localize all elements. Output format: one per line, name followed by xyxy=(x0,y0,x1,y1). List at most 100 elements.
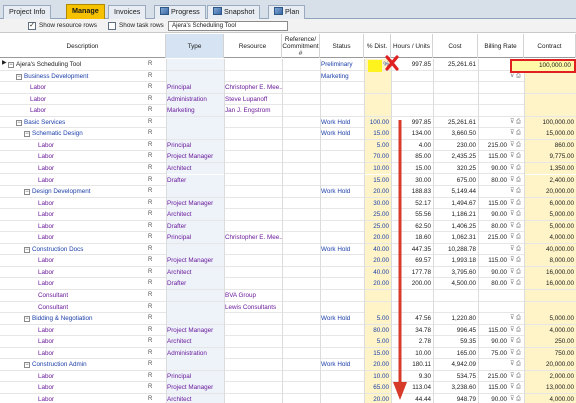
header-description[interactable]: Description xyxy=(0,34,166,58)
row-actions-icon[interactable]: ⊽ ⎙ xyxy=(510,325,524,336)
table-row[interactable]: − Bidding & Negotiation R Work Hold 5.00 47.5… xyxy=(0,313,576,325)
table-row[interactable]: Labor R Drafter 15.00 30.00 675.00 80.00 2,400.… xyxy=(0,174,576,187)
row-actions-icon[interactable]: ⊽ ⎙ xyxy=(510,244,524,255)
header-resource[interactable]: Resource xyxy=(224,34,282,58)
cell-desc[interactable]: − Business Development xyxy=(0,71,141,82)
row-actions-icon[interactable]: ⊽ ⎙ xyxy=(510,186,524,197)
header-contract[interactable]: Contract xyxy=(524,34,576,58)
cell-desc[interactable]: Consultant xyxy=(0,290,141,301)
table-row[interactable]: Labor R Drafter 20.00 200.00 4,500.00 80.00 16,… xyxy=(0,278,576,290)
table-row[interactable]: Consultant R BVA Group xyxy=(0,290,576,302)
row-actions-icon[interactable]: ⊽ ⎙ xyxy=(510,336,524,347)
table-row[interactable]: Labor R Architect 25.00 55.56 1,186.21 90.00 5,… xyxy=(0,209,576,221)
header-type[interactable]: Type xyxy=(166,34,224,58)
table-row[interactable]: − Schematic Design R Work Hold 15.00 134.00 3,… xyxy=(0,128,576,140)
row-actions-icon[interactable]: ⊽ ⎙ xyxy=(510,175,524,186)
cell-desc[interactable]: Labor xyxy=(0,82,141,93)
cell-desc[interactable]: − Construction Admin xyxy=(0,359,141,370)
cell-desc[interactable]: Labor xyxy=(0,325,141,336)
row-actions-icon[interactable]: ⊽ ⎙ xyxy=(510,382,524,393)
row-actions-icon[interactable]: ⊽ ⎙ xyxy=(510,117,524,128)
table-row[interactable]: Labor R Project Manager 20.00 69.57 1,993.18 1… xyxy=(0,255,576,267)
row-actions-icon[interactable]: ⊽ ⎙ xyxy=(510,394,524,403)
cell-desc[interactable]: − Construction Docs xyxy=(0,244,141,255)
cell-desc[interactable]: Labor xyxy=(0,255,141,266)
cell-desc[interactable]: Labor xyxy=(0,151,141,162)
cell-desc[interactable]: Labor xyxy=(0,336,141,347)
cell-desc[interactable]: Labor xyxy=(0,278,141,289)
header-cost[interactable]: Cost xyxy=(433,34,478,58)
table-row[interactable]: Labor R Principal 5.00 4.00 230.00 215.00 860.0… xyxy=(0,139,576,152)
table-row[interactable]: − Basic Services R Work Hold 100.00 997.85 25,… xyxy=(0,116,576,129)
table-row[interactable]: Labor R Project Manager 65.00 113.04 3,238.60… xyxy=(0,382,576,394)
table-row[interactable]: Labor R Architect 10.00 15.00 320.25 90.00 1,35… xyxy=(0,162,576,175)
row-actions-icon[interactable]: ⊽ ⎙ xyxy=(510,198,524,209)
cell-desc[interactable]: − Bidding & Negotiation xyxy=(0,313,141,324)
cell-desc[interactable]: − Design Development xyxy=(0,186,141,197)
table-row[interactable]: − Construction Docs R Work Hold 40.00 447.35 1… xyxy=(0,243,576,256)
row-actions-icon[interactable]: ⊽ ⎙ xyxy=(510,221,524,232)
table-row[interactable]: Labor R Principal Christopher E. Mee... xyxy=(0,82,576,94)
table-row[interactable]: Consultant R Lewis Consultants xyxy=(0,301,576,314)
row-actions-icon[interactable]: ⊽ ⎙ xyxy=(510,128,524,139)
tab-manage[interactable]: Manage xyxy=(66,4,105,19)
table-row[interactable]: Labor R Project Manager 80.00 34.78 996.45 115… xyxy=(0,324,576,337)
tab-plan[interactable]: Plan xyxy=(268,5,306,19)
cell-desc[interactable]: Labor xyxy=(0,232,141,243)
tab-project-info[interactable]: Project Info xyxy=(3,5,52,19)
collapse-toggle-icon[interactable]: − xyxy=(16,73,22,80)
row-actions-icon[interactable]: ⊽ ⎙ xyxy=(510,267,524,278)
row-actions-icon[interactable]: ⊽ ⎙ xyxy=(510,151,524,162)
table-row[interactable]: Labor R Project Manager 30.00 52.17 1,494.67 1… xyxy=(0,197,576,210)
collapse-toggle-icon[interactable]: − xyxy=(24,316,30,323)
show-task-rows-checkbox[interactable] xyxy=(108,22,116,30)
project-filter-field[interactable]: Ajera's Scheduling Tool xyxy=(168,21,288,31)
cell-desc[interactable]: − Schematic Design xyxy=(0,128,141,139)
cell-desc[interactable]: Labor xyxy=(0,394,141,403)
tab-snapshot[interactable]: Snapshot xyxy=(207,5,261,19)
row-actions-icon[interactable]: ⊽ ⎙ xyxy=(510,209,524,220)
cell-desc[interactable]: Labor xyxy=(0,175,141,186)
table-row[interactable]: − Construction Admin R Work Hold 20.00 180.11… xyxy=(0,359,576,371)
row-actions-icon[interactable]: ⊽ ⎙ xyxy=(510,278,524,289)
cell-desc[interactable]: Labor xyxy=(0,163,141,174)
collapse-toggle-icon[interactable]: − xyxy=(24,131,30,138)
collapse-toggle-icon[interactable]: − xyxy=(16,119,22,126)
collapse-toggle-icon[interactable]: − xyxy=(8,62,14,68)
table-row[interactable]: Labor R Architect 40.00 177.78 3,795.60 90.00 1… xyxy=(0,266,576,279)
cell-desc[interactable]: Labor xyxy=(0,140,141,151)
table-row[interactable]: − Design Development R Work Hold 20.00 188.83… xyxy=(0,186,576,198)
row-actions-icon[interactable]: ⊽ ⎙ xyxy=(510,140,524,151)
header-reference[interactable]: Reference/ Commitment # xyxy=(282,34,320,58)
row-actions-icon[interactable]: ⊽ ⎙ xyxy=(510,371,524,382)
table-row[interactable]: Labor R Principal Christopher E. Mee... 20.0… xyxy=(0,232,576,244)
cell-desc[interactable]: Labor xyxy=(0,198,141,209)
cell-desc[interactable]: − Basic Services xyxy=(0,117,141,128)
table-row[interactable]: Labor R Administration Steve Lupanoff xyxy=(0,93,576,106)
table-row[interactable]: Labor R Marketing Jan J. Engstrom xyxy=(0,105,576,117)
header-billing-rate[interactable]: Billing Rate xyxy=(478,34,524,58)
row-actions-icon[interactable]: ⊽ ⎙ xyxy=(510,255,524,266)
cell-desc[interactable]: Labor xyxy=(0,382,141,393)
table-row[interactable]: Labor R Administration 15.00 10.00 165.00 75.0… xyxy=(0,347,576,360)
cell-desc[interactable]: Labor xyxy=(0,105,141,116)
row-actions-icon[interactable]: ⊽ ⎙ xyxy=(510,359,524,370)
cell-desc[interactable]: Labor xyxy=(0,371,141,382)
cell-desc[interactable]: Labor xyxy=(0,221,141,232)
cell-desc[interactable]: − Ajera's Scheduling Tool xyxy=(0,59,141,70)
row-actions-icon[interactable]: ⊽ ⎙ xyxy=(510,313,524,324)
row-actions-icon[interactable] xyxy=(510,94,524,105)
row-actions-icon[interactable] xyxy=(510,290,524,301)
cell-desc[interactable]: Labor xyxy=(0,267,141,278)
cell-desc[interactable]: Consultant xyxy=(0,302,141,313)
row-actions-icon[interactable] xyxy=(510,302,524,313)
tab-invoices[interactable]: Invoices xyxy=(108,5,147,19)
collapse-toggle-icon[interactable]: − xyxy=(24,189,30,196)
table-row[interactable]: − Ajera's Scheduling Tool R Preliminary% 997… xyxy=(0,59,576,71)
show-resource-rows-checkbox[interactable]: ✓ xyxy=(28,22,36,30)
row-actions-icon[interactable]: ⊽ ⎙ xyxy=(510,163,524,174)
table-row[interactable]: Labor R Principal 10.00 9.30 534.75 215.00 2,00… xyxy=(0,370,576,383)
row-actions-icon[interactable]: ⊽ ⎙ xyxy=(510,348,524,359)
tab-progress[interactable]: Progress xyxy=(154,5,206,19)
table-row[interactable]: Labor R Architect 5.00 2.78 59.35 90.00 250.00 ⊽… xyxy=(0,336,576,348)
